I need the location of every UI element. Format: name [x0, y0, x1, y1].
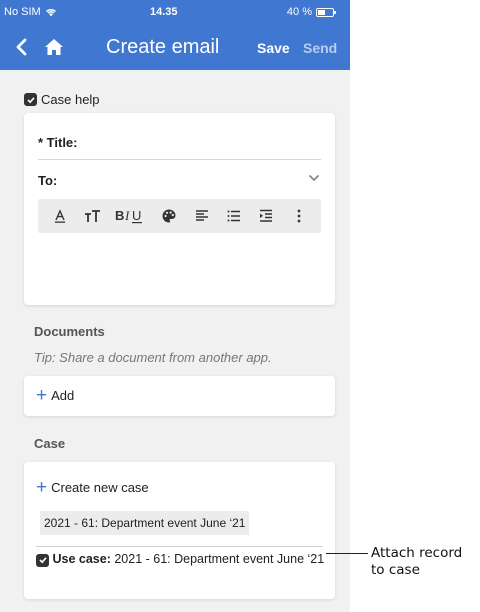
- documents-heading: Documents: [34, 324, 105, 339]
- documents-tip: Tip: Share a document from another app.: [34, 350, 272, 365]
- to-label: To:: [38, 173, 58, 188]
- case-help-toggle[interactable]: Case help: [24, 92, 100, 107]
- app-header: No SIM 14.35 40 % Create email Save Send: [0, 0, 350, 70]
- to-field[interactable]: To:: [38, 173, 321, 188]
- plus-icon: +: [36, 477, 48, 498]
- title-label: * Title:: [38, 135, 78, 150]
- svg-text:U: U: [132, 208, 141, 223]
- back-icon[interactable]: [10, 35, 34, 59]
- home-icon[interactable]: [42, 35, 66, 59]
- checkbox-checked-icon[interactable]: [36, 553, 49, 567]
- annotation-line-1: Attach record: [371, 545, 463, 561]
- bold-italic-underline-icon[interactable]: BIU: [114, 205, 148, 227]
- svg-text:B: B: [115, 208, 124, 223]
- use-case-value: 2021 - 61: Department event June ‘21: [110, 552, 325, 566]
- palette-icon[interactable]: [158, 205, 180, 227]
- battery-icon: [316, 7, 336, 17]
- chevron-down-icon[interactable]: [307, 171, 321, 185]
- title-field[interactable]: * Title:: [38, 135, 321, 150]
- indent-icon[interactable]: [255, 205, 277, 227]
- phone-screen: No SIM 14.35 40 % Create email Save Send…: [0, 0, 350, 612]
- create-case-label: Create new case: [51, 480, 149, 495]
- divider: [36, 546, 323, 547]
- use-case-toggle[interactable]: Use case: 2021 - 61: Department event Ju…: [36, 552, 326, 567]
- svg-text:I: I: [124, 208, 130, 223]
- text-color-icon[interactable]: [49, 205, 71, 227]
- align-left-icon[interactable]: [191, 205, 213, 227]
- carrier-label: No SIM: [4, 6, 41, 18]
- use-case-label: Use case:: [52, 552, 111, 566]
- send-button[interactable]: Send: [303, 40, 337, 56]
- bullet-list-icon[interactable]: [223, 205, 245, 227]
- documents-card: + Add: [24, 376, 335, 416]
- battery-label: 40 %: [286, 6, 312, 18]
- status-bar: No SIM 14.35 40 %: [0, 0, 350, 22]
- status-right: 40 %: [286, 6, 336, 18]
- formatting-toolbar: BIU: [38, 199, 321, 233]
- case-card: + Create new case 2021 - 61: Department …: [24, 462, 335, 599]
- case-help-label: Case help: [41, 92, 100, 107]
- plus-icon: +: [36, 385, 48, 406]
- wifi-icon: [45, 9, 56, 17]
- annotation-callout: Attach record to case: [371, 545, 462, 579]
- email-compose-card: * Title: To: BIU: [24, 113, 335, 305]
- save-button[interactable]: Save: [257, 40, 290, 56]
- add-document-button[interactable]: + Add: [36, 385, 75, 406]
- page-title: Create email: [106, 36, 220, 58]
- more-vertical-icon[interactable]: [288, 205, 310, 227]
- selected-case-chip[interactable]: 2021 - 61: Department event June ‘21: [40, 511, 250, 535]
- annotation-line-2: to case: [371, 562, 420, 578]
- status-left: No SIM: [4, 6, 57, 18]
- text-size-icon[interactable]: [82, 205, 104, 227]
- status-time: 14.35: [150, 6, 178, 18]
- case-heading: Case: [34, 436, 66, 451]
- divider: [38, 159, 321, 160]
- add-label: Add: [51, 388, 75, 403]
- nav-bar: Create email Save Send: [0, 33, 350, 61]
- annotation-line: [326, 553, 368, 554]
- create-new-case-button[interactable]: + Create new case: [36, 477, 149, 498]
- checkbox-checked-icon[interactable]: [24, 93, 37, 106]
- email-body-editor[interactable]: [38, 239, 321, 297]
